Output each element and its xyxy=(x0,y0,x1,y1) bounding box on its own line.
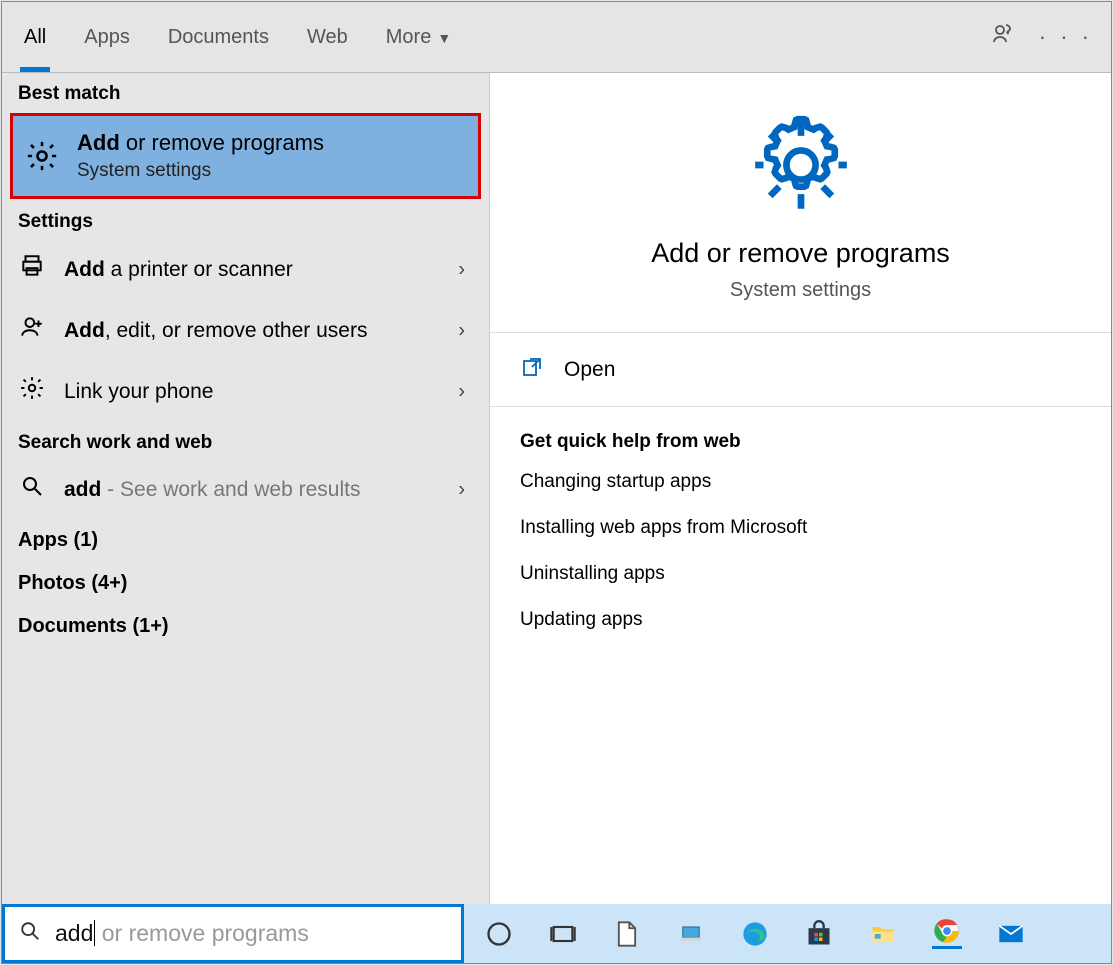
cortana-icon[interactable] xyxy=(484,919,514,949)
preview-column: Add or remove programs System settings O… xyxy=(489,73,1111,904)
group-photos[interactable]: Photos (4+) xyxy=(2,562,489,605)
printer-icon xyxy=(18,253,46,286)
open-icon xyxy=(520,355,544,384)
chevron-down-icon: ▼ xyxy=(437,30,451,46)
search-web-result[interactable]: add - See work and web results › xyxy=(2,460,489,519)
taskbar-search-input[interactable]: add or remove programs xyxy=(2,904,464,963)
help-link-startup-apps[interactable]: Changing startup apps xyxy=(520,471,1081,493)
open-label: Open xyxy=(564,358,615,382)
feedback-icon[interactable] xyxy=(991,22,1015,52)
search-tabs-bar: All Apps Documents Web More▼ · · · xyxy=(2,2,1111,73)
setting-add-printer[interactable]: Add a printer or scanner › xyxy=(2,239,489,300)
group-apps[interactable]: Apps (1) xyxy=(2,519,489,562)
user-plus-icon xyxy=(18,314,46,347)
store-icon[interactable] xyxy=(804,919,834,949)
group-search-web: Search work and web xyxy=(2,422,489,460)
tab-web[interactable]: Web xyxy=(303,4,352,71)
preview-title: Add or remove programs xyxy=(510,238,1091,269)
best-match-title: Add or remove programs xyxy=(77,130,324,156)
help-link-uninstall-apps[interactable]: Uninstalling apps xyxy=(520,563,1081,585)
group-settings: Settings xyxy=(2,201,489,239)
laptop-icon[interactable] xyxy=(676,919,706,949)
more-options-icon[interactable]: · · · xyxy=(1039,24,1093,50)
search-icon xyxy=(18,474,46,505)
search-icon xyxy=(19,920,41,948)
tab-more[interactable]: More▼ xyxy=(382,4,455,71)
setting-add-users[interactable]: Add, edit, or remove other users › xyxy=(2,300,489,361)
open-action[interactable]: Open xyxy=(490,333,1111,407)
setting-link-phone[interactable]: Link your phone › xyxy=(2,361,489,422)
group-documents[interactable]: Documents (1+) xyxy=(2,605,489,648)
gear-icon xyxy=(23,137,61,175)
task-view-icon[interactable] xyxy=(548,919,578,949)
setting-label: Link your phone xyxy=(64,380,213,404)
chevron-right-icon: › xyxy=(458,478,465,501)
help-link-updating-apps[interactable]: Updating apps xyxy=(520,609,1081,631)
best-match-add-remove-programs[interactable]: Add or remove programs System settings xyxy=(10,113,481,199)
chrome-icon[interactable] xyxy=(932,919,962,949)
windows-search-panel: All Apps Documents Web More▼ · · · Best … xyxy=(1,1,1112,964)
edge-icon[interactable] xyxy=(740,919,770,949)
help-link-install-web-apps[interactable]: Installing web apps from Microsoft xyxy=(520,517,1081,539)
taskbar: add or remove programs xyxy=(2,904,1111,963)
best-match-subtitle: System settings xyxy=(77,160,324,182)
libreoffice-icon[interactable] xyxy=(612,919,642,949)
group-best-match: Best match xyxy=(2,73,489,111)
tab-documents[interactable]: Documents xyxy=(164,4,273,71)
chevron-right-icon: › xyxy=(458,380,465,403)
chevron-right-icon: › xyxy=(458,258,465,281)
tab-apps[interactable]: Apps xyxy=(80,4,134,71)
setting-label: Add, edit, or remove other users xyxy=(64,319,367,343)
file-explorer-icon[interactable] xyxy=(868,919,898,949)
setting-label: Add a printer or scanner xyxy=(64,258,293,282)
tab-all[interactable]: All xyxy=(20,4,50,71)
search-input-text: add or remove programs xyxy=(55,920,309,947)
preview-subtitle: System settings xyxy=(510,279,1091,302)
gear-icon xyxy=(18,375,46,408)
chevron-right-icon: › xyxy=(458,319,465,342)
results-column: Best match Add or remove programs System… xyxy=(2,73,489,904)
mail-icon[interactable] xyxy=(996,919,1026,949)
gear-icon xyxy=(510,115,1091,220)
help-heading: Get quick help from web xyxy=(520,431,1081,453)
search-web-label: add - See work and web results xyxy=(64,478,360,502)
